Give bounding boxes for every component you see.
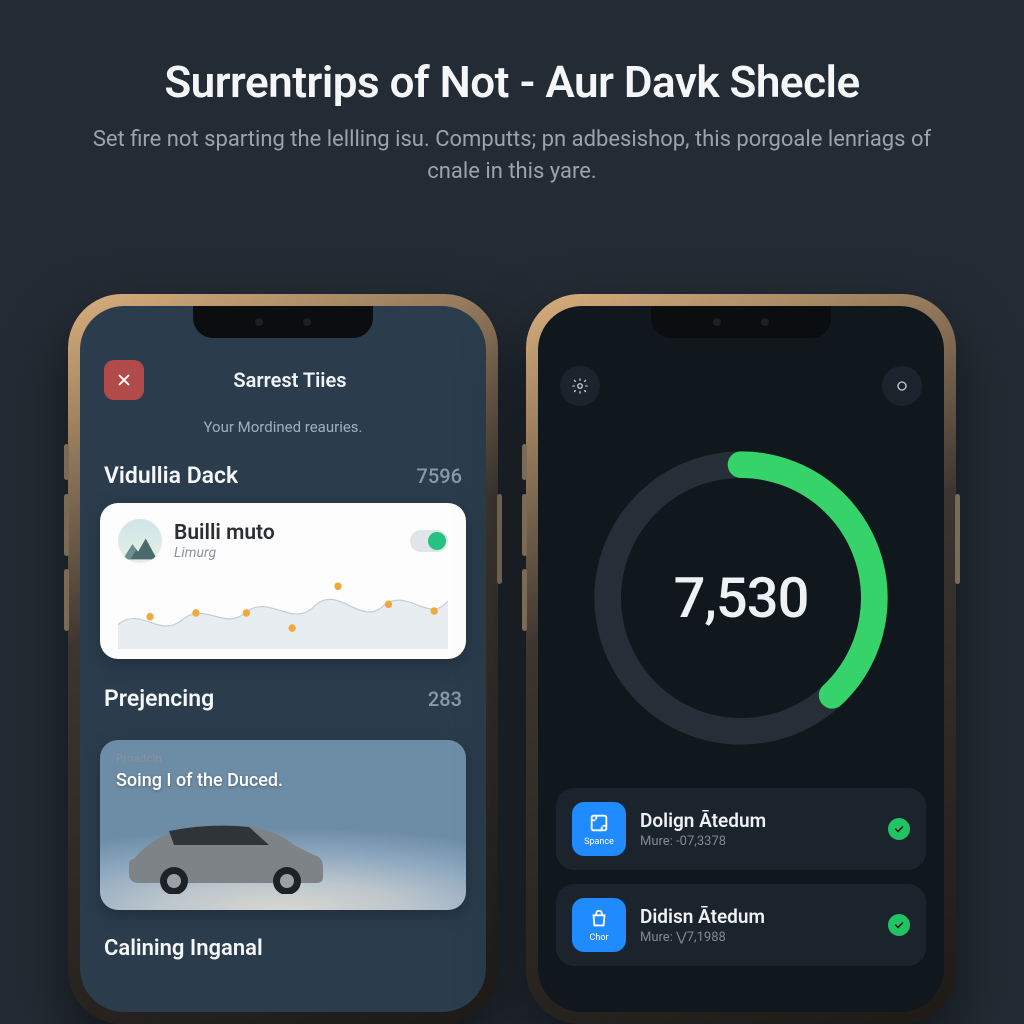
frame-icon <box>588 812 610 834</box>
section-2-name: Prejencing <box>104 685 214 712</box>
phone-right: 7,530 Spance Dolign Ātedum Mure: -07,337… <box>526 294 956 1024</box>
status-badge <box>888 914 910 936</box>
phone-mockups: Sarrest Tiies Your Mordined reauries. Vi… <box>0 294 1024 1024</box>
card-subtitle: Limurg <box>174 545 398 561</box>
row-icon-chor: Chor <box>572 898 626 952</box>
app-header: Sarrest Tiies <box>80 360 486 410</box>
list-item[interactable]: Spance Dolign Ātedum Mure: -07,3378 <box>556 788 926 870</box>
gear-icon <box>571 377 589 395</box>
row-subtitle: Mure: -07,3378 <box>640 834 874 849</box>
promo-caption: Soing I of the Duced. <box>116 770 283 791</box>
section-head-2: Prejencing 283 <box>80 659 486 726</box>
car-illustration <box>119 799 329 898</box>
section-1-value: 7596 <box>417 464 462 488</box>
check-icon <box>893 823 905 835</box>
sparkline-chart <box>118 573 448 649</box>
items-list: Spance Dolign Ātedum Mure: -07,3378 <box>538 788 944 966</box>
mountain-icon <box>118 519 162 563</box>
status-badge <box>888 818 910 840</box>
promo-image-card[interactable]: Proadcin Soing I of the Duced. <box>100 740 466 910</box>
section-head-1: Vidullia Dack 7596 <box>80 462 486 503</box>
page-title: Surrentrips of Not - Aur Davk Shecle <box>70 56 954 108</box>
row-icon-label: Spance <box>584 837 614 847</box>
promo-tag: Proadcin <box>116 752 162 765</box>
hero: Surrentrips of Not - Aur Davk Shecle Set… <box>0 0 1024 218</box>
row-title: Dolign Ātedum <box>640 809 874 832</box>
check-icon <box>893 919 905 931</box>
card-title: Builli muto <box>174 521 398 545</box>
bag-icon <box>588 908 610 930</box>
progress-gauge: 7,530 <box>581 438 901 758</box>
gauge-value: 7,530 <box>674 565 809 631</box>
row-subtitle: Mure: ⋁7,1988 <box>640 930 874 945</box>
row-title: Didisn Ātedum <box>640 905 874 928</box>
card-toggle[interactable] <box>410 530 448 552</box>
section-2-value: 283 <box>428 687 462 711</box>
phone-notch <box>193 306 373 338</box>
app-topbar <box>538 366 944 420</box>
page-subtitle: Set fire not sparting the lellling isu. … <box>70 124 954 188</box>
row-icon-label: Chor <box>590 933 609 943</box>
circle-icon <box>894 378 910 394</box>
phone-notch <box>651 306 831 338</box>
more-button[interactable] <box>882 366 922 406</box>
section-1-name: Vidullia Dack <box>104 462 238 489</box>
header-subtitle: Your Mordined reauries. <box>80 418 486 436</box>
row-icon-space: Spance <box>572 802 626 856</box>
header-title: Sarrest Tiies <box>118 368 462 392</box>
stats-card[interactable]: Builli muto Limurg <box>100 503 466 659</box>
phone-left: Sarrest Tiies Your Mordined reauries. Vi… <box>68 294 498 1024</box>
settings-button[interactable] <box>560 366 600 406</box>
list-item[interactable]: Chor Didisn Ātedum Mure: ⋁7,1988 <box>556 884 926 966</box>
section-3-name: Calining Inganal <box>80 910 486 961</box>
